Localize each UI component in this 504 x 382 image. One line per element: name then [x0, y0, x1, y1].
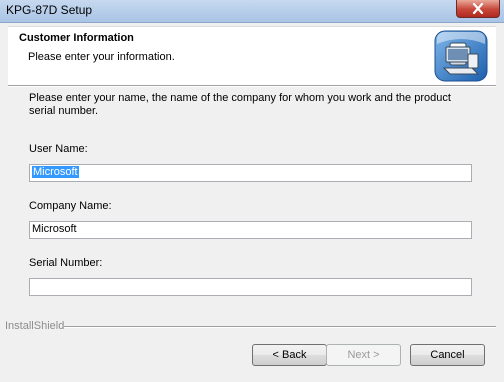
user-name-value: Microsoft: [32, 166, 79, 178]
header-panel: Customer Information Please enter your i…: [8, 26, 496, 85]
company-name-value: Microsoft: [32, 223, 77, 235]
user-name-label: User Name:: [29, 143, 88, 155]
instructions-text: Please enter your name, the name of the …: [29, 92, 451, 117]
cancel-button[interactable]: Cancel: [410, 344, 485, 366]
installshield-label: InstallShield: [5, 320, 65, 332]
window-title: KPG-87D Setup: [6, 3, 93, 17]
user-name-field[interactable]: Microsoft: [29, 164, 472, 182]
serial-number-label: Serial Number:: [29, 257, 103, 269]
header-divider: [8, 85, 496, 87]
computer-setup-icon: [434, 30, 488, 82]
serial-number-field[interactable]: [29, 278, 472, 296]
back-button[interactable]: < Back: [252, 344, 327, 366]
next-button[interactable]: Next >: [326, 344, 401, 366]
title-bar[interactable]: KPG-87D Setup: [0, 0, 504, 23]
header-title: Customer Information: [19, 32, 134, 44]
company-name-field[interactable]: Microsoft: [29, 221, 472, 239]
footer-divider: [64, 326, 496, 328]
close-button[interactable]: [456, 0, 500, 18]
company-name-label: Company Name:: [29, 200, 112, 212]
header-subtitle: Please enter your information.: [28, 51, 175, 63]
close-icon: [472, 3, 484, 14]
setup-window: KPG-87D Setup Customer Information Pleas…: [0, 0, 504, 382]
